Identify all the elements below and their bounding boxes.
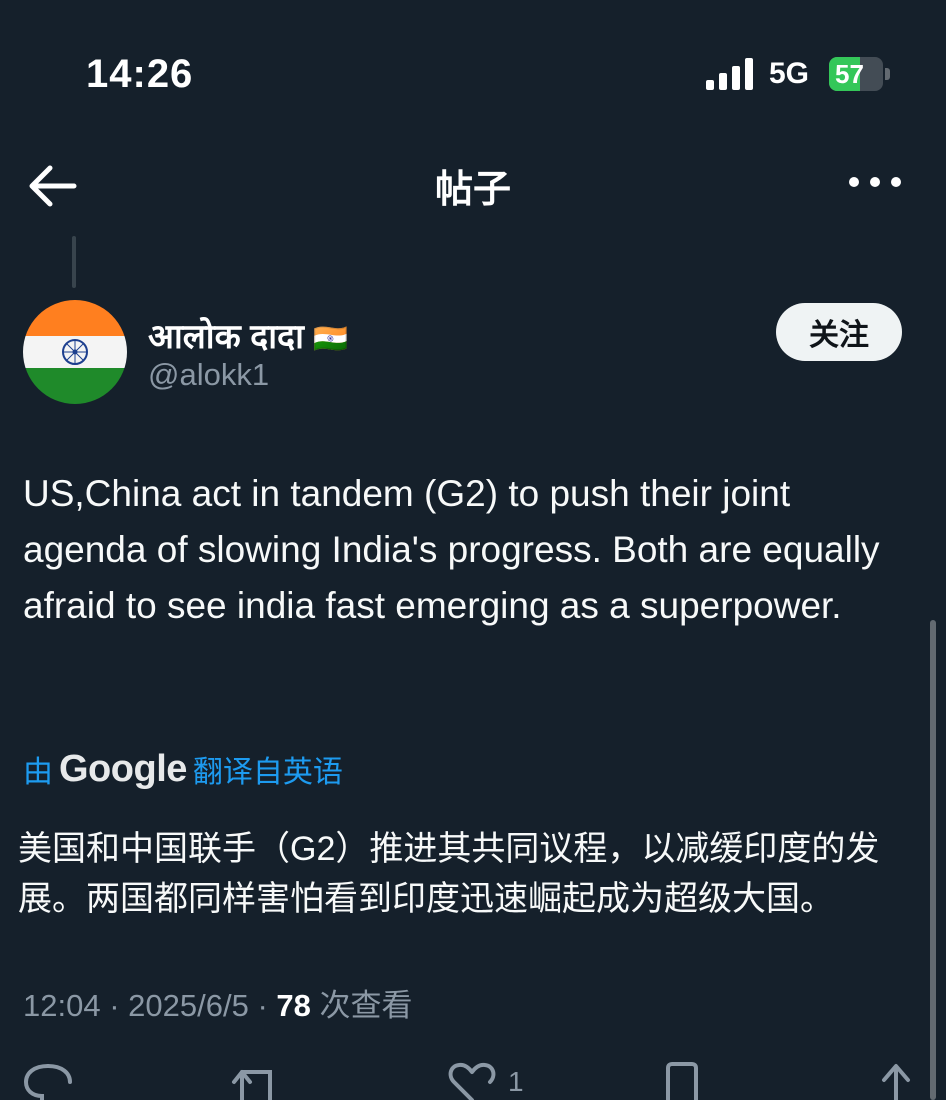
network-type: 5G: [769, 57, 810, 90]
battery-indicator: 57: [829, 57, 891, 91]
post-time: 12:04: [23, 988, 101, 1023]
post-meta: 12:04 · 2025/6/5 · 78 次查看: [23, 980, 413, 1025]
view-count: 78: [276, 988, 311, 1023]
author-handle[interactable]: @alokk1: [148, 357, 269, 393]
post-date: 2025/6/5: [128, 988, 249, 1023]
avatar[interactable]: [23, 300, 127, 404]
reply-icon: [23, 1064, 72, 1100]
follow-button[interactable]: 关注: [776, 303, 902, 361]
view-count-label[interactable]: 次查看: [320, 988, 413, 1023]
bookmark-button[interactable]: [662, 1060, 702, 1100]
share-icon: [882, 1064, 910, 1100]
translated-from-label: 翻译自英语: [192, 756, 343, 789]
reply-button[interactable]: [22, 1060, 74, 1100]
meta-separator: ·: [257, 988, 268, 1023]
heart-icon: [448, 1062, 496, 1100]
battery-percent: 57: [835, 59, 864, 89]
author-name-text: आलोक दादा: [148, 318, 304, 356]
india-flag-icon: 🇮🇳: [313, 323, 349, 354]
post-text: US,China act in tandem (G2) to push thei…: [23, 473, 880, 626]
thread-connector-line: [72, 236, 76, 288]
top-bar: 帖子: [0, 150, 946, 220]
more-horizontal-icon[interactable]: [846, 170, 904, 194]
repost-button[interactable]: [230, 1060, 290, 1100]
signal-icon: [706, 58, 753, 90]
scrollbar[interactable]: [930, 620, 936, 1100]
repost-icon: [232, 1070, 272, 1100]
action-bar: 1: [0, 1060, 946, 1100]
translated-by-label: 由: [23, 756, 53, 789]
like-button[interactable]: 1: [446, 1060, 524, 1100]
translation-attribution[interactable]: 由 Google 翻译自英语: [23, 744, 343, 794]
status-bar: 14:26 5G 57: [0, 0, 946, 150]
author-name[interactable]: आलोक दादा 🇮🇳: [148, 312, 348, 358]
like-count: 1: [508, 1066, 524, 1097]
share-button[interactable]: [872, 1060, 920, 1100]
bookmark-icon: [666, 1062, 698, 1100]
meta-separator: ·: [109, 988, 120, 1023]
translated-text: 美国和中国联手（G2）推进其共同议程，以减缓印度的发展。两国都同样害怕看到印度迅…: [18, 830, 880, 918]
page-title: 帖子: [434, 169, 511, 211]
status-time: 14:26: [86, 52, 194, 96]
battery-cap: [885, 68, 890, 80]
google-logo: Google: [59, 747, 187, 790]
